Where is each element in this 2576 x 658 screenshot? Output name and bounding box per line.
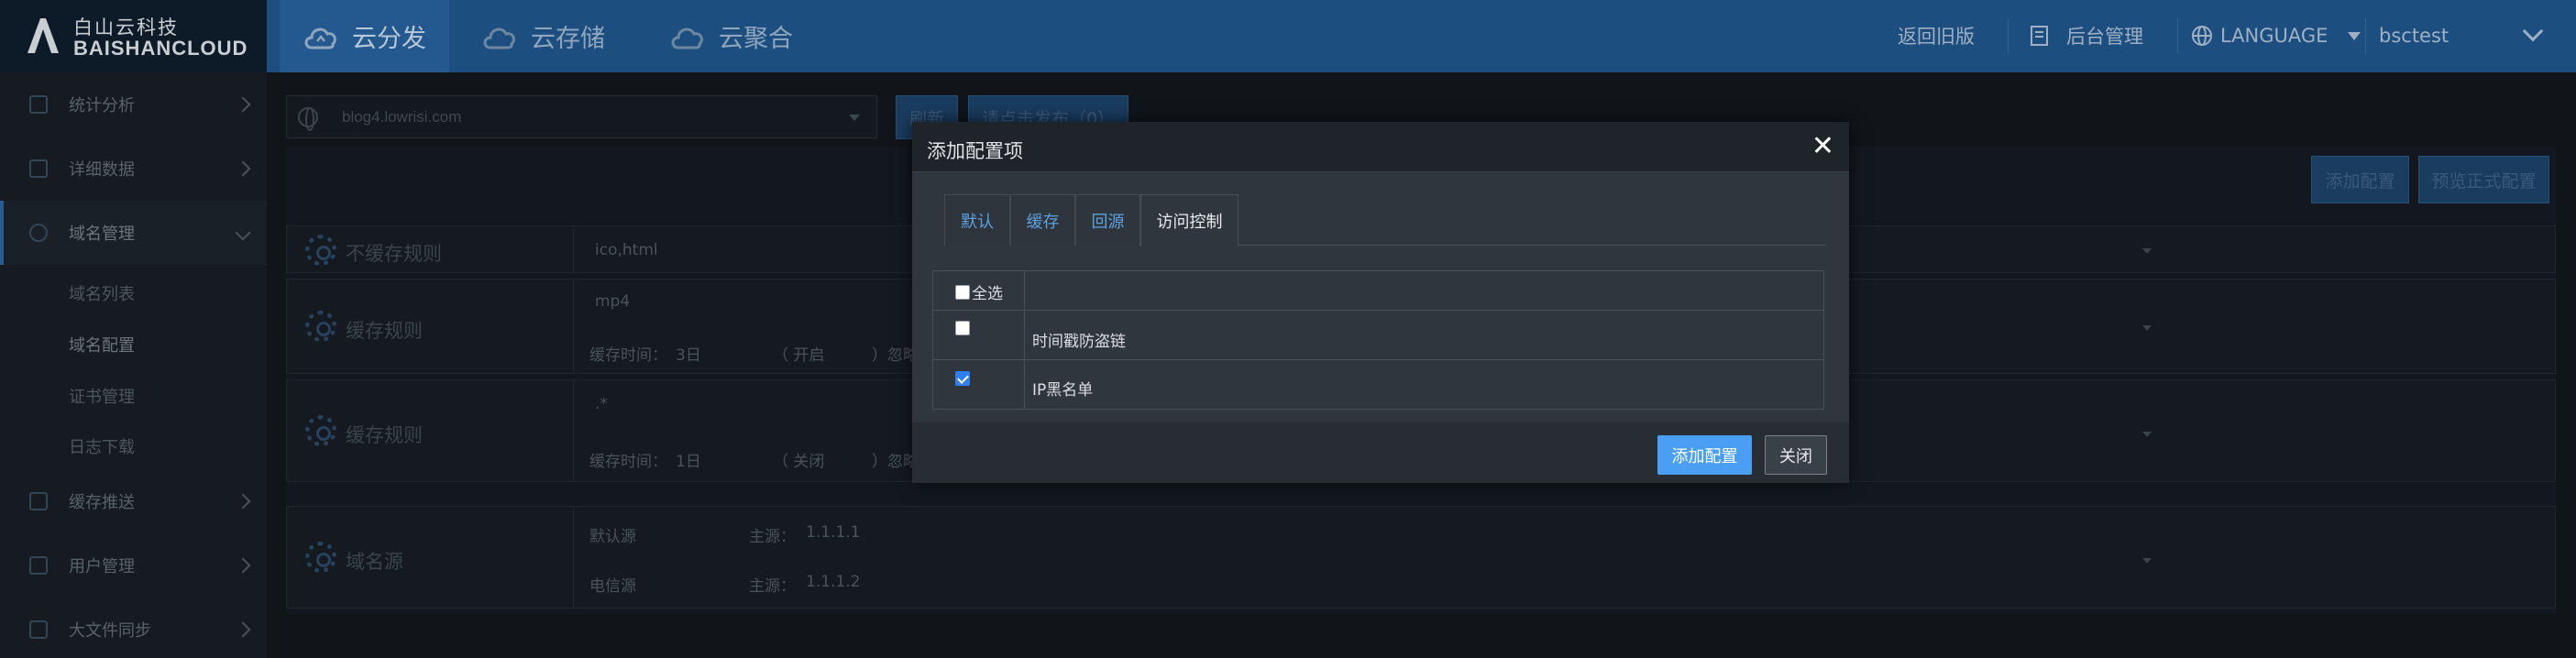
caret-down-icon [2348, 31, 2361, 40]
tab-default[interactable]: 默认 [944, 194, 1010, 246]
sidebar-item-statistics[interactable]: 统计分析 [0, 72, 267, 137]
table-row-label: IP黑名单 [1032, 381, 1094, 400]
admin-label: 后台管理 [2066, 26, 2143, 48]
sidebar-item-large-file-sync[interactable]: 大文件同步 [0, 598, 267, 658]
chevron-right-icon [235, 621, 251, 638]
nav-tab-label: 云分发 [352, 25, 426, 53]
gear-icon [305, 235, 336, 266]
nav-tab-label: 云聚合 [719, 25, 793, 53]
access-control-table: 全选 时间戳防盗链 IP黑名单 [932, 270, 1824, 410]
sidebar-item-details[interactable]: 详细数据 [0, 137, 267, 201]
domain-select-value: blog4.lowrisi.com [342, 108, 462, 126]
settings-icon [29, 224, 48, 242]
nav-tab-storage[interactable]: 云存储 [481, 0, 637, 72]
preview-config-button[interactable]: 预览正式配置 [2418, 156, 2549, 203]
caret-down-icon [2142, 248, 2152, 254]
select-all-label: 全选 [972, 285, 1003, 303]
divider [2008, 18, 2009, 53]
caret-down-icon [2142, 325, 2152, 331]
divider [573, 507, 574, 608]
table-icon [29, 159, 48, 178]
divider [2177, 18, 2178, 53]
sidebar-subitem-log-download[interactable]: 日志下载 [69, 434, 135, 458]
caret-down-icon [2142, 558, 2152, 564]
chevron-right-icon [235, 493, 251, 510]
chevron-right-icon [235, 96, 251, 113]
language-selector[interactable]: LANGUAGE [2191, 20, 2361, 51]
timestamp-antileech-checkbox[interactable] [955, 321, 970, 335]
sidebar-item-domain-management[interactable]: 域名管理 [0, 201, 267, 265]
sidebar: 统计分析 详细数据 域名管理 域名列表 域名配置 证书管理 日志下载 缓存推送 … [0, 72, 267, 658]
bar-chart-icon [29, 95, 48, 114]
modal-title: 添加配置项 [927, 140, 1023, 162]
folder-icon [29, 620, 48, 639]
sidebar-subitem-cert-management[interactable]: 证书管理 [69, 384, 135, 408]
sidebar-item-user-management[interactable]: 用户管理 [0, 533, 267, 598]
top-nav-bar: 白山云科技 BAISHANCLOUD 云分发 云存储 云聚合 返回旧版 后台管理… [0, 0, 2576, 72]
close-icon[interactable]: ✕ [1811, 131, 1834, 162]
globe-icon [298, 107, 318, 131]
nav-tab-cdn[interactable]: 云分发 [280, 0, 449, 72]
domain-select[interactable]: blog4.lowrisi.com [286, 95, 877, 138]
divider [573, 380, 574, 481]
sidebar-subitem-domain-config[interactable]: 域名配置 [69, 333, 135, 356]
add-config-confirm-button[interactable]: 添加配置 [1657, 435, 1752, 475]
cloud-icon [483, 27, 515, 49]
tab-cache[interactable]: 缓存 [1010, 194, 1075, 246]
username: bsctest [2379, 25, 2449, 47]
back-old-version-link[interactable]: 返回旧版 [1898, 20, 1975, 51]
tab-origin[interactable]: 回源 [1075, 194, 1140, 246]
sidebar-subitem-domain-list[interactable]: 域名列表 [69, 281, 135, 305]
modal-header: 添加配置项 ✕ [912, 122, 1849, 172]
table-row: IP黑名单 [933, 359, 1823, 409]
table-header-row: 全选 [933, 271, 1823, 310]
gear-icon [305, 415, 336, 446]
gear-icon [305, 311, 336, 342]
caret-down-icon [849, 115, 860, 121]
caret-down-icon [2142, 432, 2152, 437]
sidebar-item-cache-push[interactable]: 缓存推送 [0, 469, 267, 533]
divider [573, 226, 574, 272]
user-menu[interactable]: bsctest [2379, 20, 2449, 51]
table-row: 时间戳防盗链 [933, 310, 1823, 359]
language-label: LANGUAGE [2220, 25, 2328, 47]
globe-icon [2192, 26, 2212, 46]
admin-link[interactable]: 后台管理 [2028, 20, 2143, 51]
divider [2365, 18, 2366, 53]
nav-tab-label: 云存储 [531, 25, 605, 53]
chevron-down-icon [235, 225, 251, 241]
close-button[interactable]: 关闭 [1765, 435, 1827, 475]
chevron-down-icon[interactable] [2522, 20, 2544, 42]
brand-name-en: BAISHANCLOUD [73, 37, 248, 60]
divider [573, 280, 574, 373]
add-config-button[interactable]: 添加配置 [2311, 156, 2409, 203]
chevron-right-icon [235, 557, 251, 574]
add-config-modal: 添加配置项 ✕ 默认 缓存 回源 访问控制 全选 时间戳防盗链 IP黑名单 添加… [912, 122, 1849, 483]
cloud-icon [671, 27, 703, 49]
modal-tabs: 默认 缓存 回源 访问控制 [944, 194, 1826, 247]
cloud-icon [304, 27, 336, 49]
rule-row-origin[interactable]: 域名源 默认源 主源： 1.1.1.1 电信源 主源： 1.1.1.2 [286, 506, 2556, 609]
document-icon [2031, 26, 2048, 46]
users-icon [29, 556, 48, 575]
select-all-checkbox[interactable] [955, 285, 970, 300]
table-row-label: 时间戳防盗链 [1032, 333, 1126, 351]
ip-blacklist-checkbox[interactable] [955, 371, 970, 386]
nav-tab-aggregate[interactable]: 云聚合 [669, 0, 825, 72]
refresh-icon [29, 492, 48, 510]
tab-access-control[interactable]: 访问控制 [1140, 194, 1238, 247]
gear-icon [305, 542, 336, 573]
chevron-right-icon [235, 160, 251, 177]
logo-icon [28, 18, 59, 53]
brand-logo[interactable]: 白山云科技 BAISHANCLOUD [0, 0, 267, 72]
